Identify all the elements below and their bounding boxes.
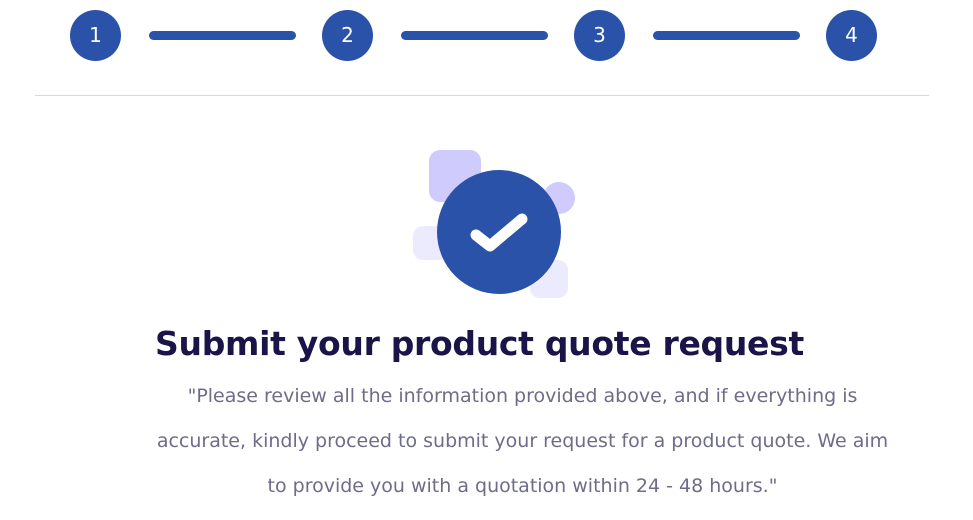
step-connector bbox=[401, 31, 548, 40]
step-2[interactable]: 2 bbox=[322, 10, 373, 61]
step-1[interactable]: 1 bbox=[70, 10, 121, 61]
step-3[interactable]: 3 bbox=[574, 10, 625, 61]
step-connector bbox=[653, 31, 800, 40]
success-illustration bbox=[410, 146, 580, 304]
progress-stepper: 1 2 3 4 bbox=[0, 0, 973, 96]
page-title: Submit your product quote request bbox=[155, 324, 804, 363]
message-line-1: "Please review all the information provi… bbox=[187, 385, 858, 407]
check-circle-icon bbox=[413, 150, 575, 298]
message-line-3: to provide you with a quotation within 2… bbox=[267, 475, 778, 497]
step-4[interactable]: 4 bbox=[826, 10, 877, 61]
step-connector bbox=[149, 31, 296, 40]
message-line-2: accurate, kindly proceed to submit your … bbox=[156, 430, 889, 452]
section-divider bbox=[35, 95, 929, 96]
